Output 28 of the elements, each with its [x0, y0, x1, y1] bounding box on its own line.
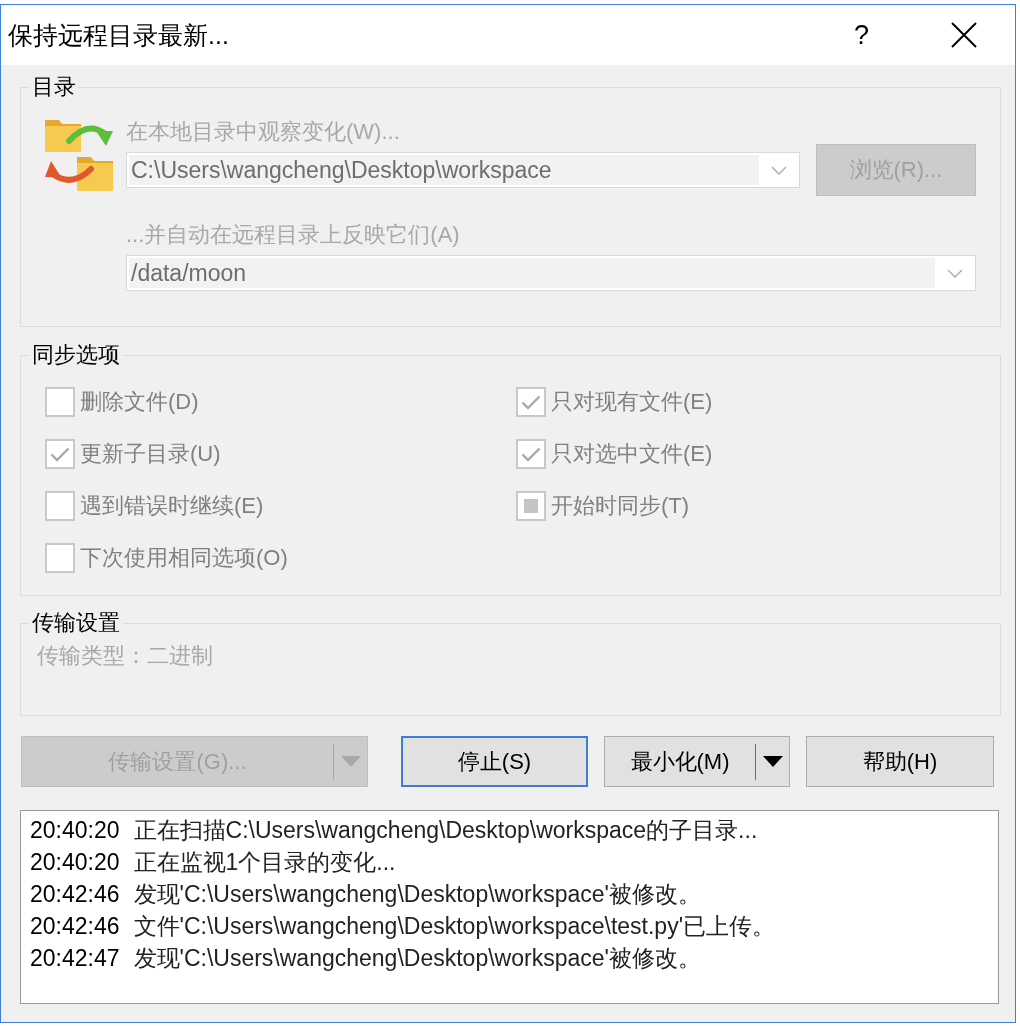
log-message: 发现'C:\Users\wangcheng\Desktop\workspace'被修改。: [133, 880, 701, 909]
log-time: 20:42:46: [30, 912, 120, 941]
field-label: 在本地目录中观察变化(W)...: [126, 119, 401, 144]
group-title: 目录: [31, 75, 77, 99]
split-button[interactable]: 最小化(M): [604, 736, 790, 787]
log-message: 正在监视1个目录的变化...: [133, 848, 396, 877]
log-message: 正在扫描C:\Users\wangcheng\Desktop\workspace的子目录...: [133, 816, 758, 845]
push-button[interactable]: 停止(S): [401, 736, 588, 787]
checkmark-icon: [521, 446, 541, 462]
checkmark-icon: [521, 394, 541, 410]
square-icon: [524, 499, 538, 513]
log-time: 20:42:46: [30, 880, 120, 909]
push-button[interactable]: 帮助(H): [806, 736, 994, 787]
folder-sync-icon: [45, 119, 113, 191]
log-time: 20:40:20: [30, 848, 120, 877]
transfer-type-text: 传输类型：二进制: [36, 642, 214, 670]
field-label: ...并自动在远程目录上反映它们(A): [126, 222, 461, 247]
log-time: 20:42:47: [30, 944, 120, 973]
caret-down-icon[interactable]: [762, 756, 783, 767]
close-icon[interactable]: [951, 22, 977, 48]
window-title: 保持远程目录最新...: [8, 19, 230, 51]
log-message: 发现'C:\Users\wangcheng\Desktop\workspace'被修改。: [133, 944, 701, 973]
group-title: 同步选项: [31, 343, 121, 367]
group-title: 传输设置: [31, 611, 121, 635]
checkmark-icon: [50, 446, 70, 462]
help-button[interactable]: ?: [853, 20, 869, 50]
log-message: 文件'C:\Users\wangcheng\Desktop\workspace\test.py'已上传。: [133, 912, 776, 941]
log-time: 20:40:20: [30, 816, 120, 845]
